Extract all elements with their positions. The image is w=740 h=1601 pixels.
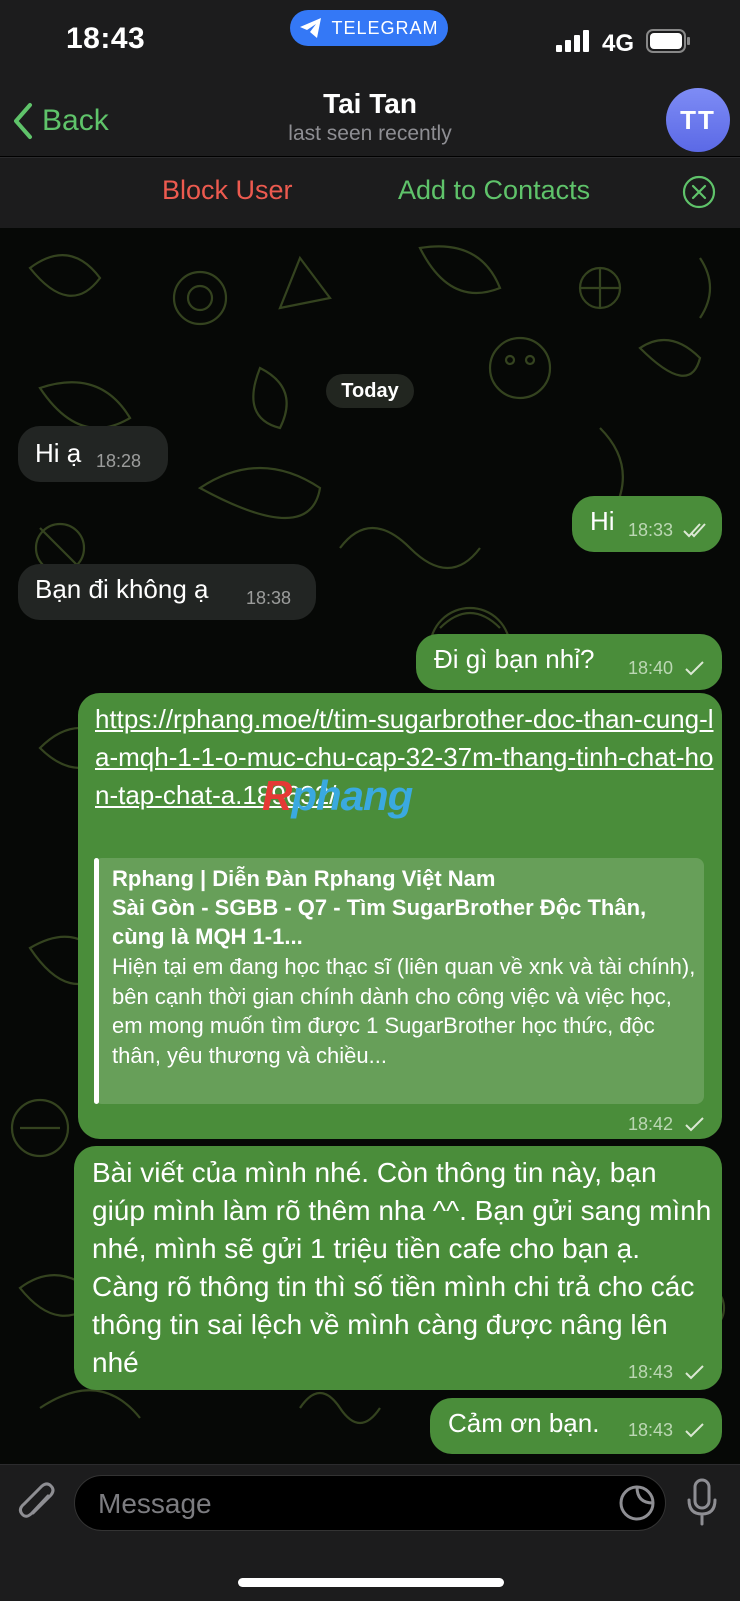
link-preview-accent — [94, 858, 99, 1104]
message-time: 18:28 — [96, 451, 142, 471]
sticker-icon[interactable] — [618, 1484, 656, 1522]
action-bar — [0, 157, 740, 229]
network-type: 4G — [602, 30, 635, 57]
message-time: 18:42 — [628, 1114, 674, 1134]
chat-subtitle: last seen recently — [288, 122, 452, 145]
single-check-icon — [685, 1117, 704, 1132]
message-text: Đi gì bạn nhỉ? — [434, 644, 595, 674]
status-time: 18:43 — [66, 22, 146, 55]
microphone-icon[interactable] — [685, 1478, 719, 1528]
message-input[interactable] — [96, 1478, 600, 1530]
chat-title[interactable]: Tai Tan — [170, 88, 570, 120]
message-text: Bạn đi không ạ — [35, 574, 209, 604]
telegram-plane-icon — [300, 18, 322, 38]
link-preview-site: Rphang | Diễn Đàn Rphang Việt Nam — [112, 866, 496, 891]
message-text: Cảm ơn bạn. — [448, 1408, 600, 1438]
back-label: Back — [42, 104, 109, 137]
date-separator: Today — [326, 374, 414, 408]
single-check-icon — [685, 1365, 704, 1380]
link-preview-title: Sài Gòn - SGBB - Q7 - Tìm SugarBrother Đ… — [112, 895, 647, 949]
watermark-logo: Rphang — [262, 772, 413, 820]
single-check-icon — [685, 661, 704, 676]
signal-bars-icon — [556, 30, 589, 52]
link-preview-description: Hiện tại em đang học thạc sĩ (liên quan … — [112, 954, 696, 1068]
paperclip-icon[interactable] — [18, 1482, 58, 1526]
double-check-icon — [683, 523, 706, 538]
chevron-left-icon — [14, 103, 32, 139]
message-time: 18:38 — [246, 588, 292, 608]
home-indicator[interactable] — [238, 1578, 504, 1587]
watermark-part1: R — [262, 772, 292, 819]
message-text: Hi — [590, 506, 615, 536]
message-text: Hi ạ — [35, 438, 82, 468]
message-time: 18:43 — [628, 1420, 674, 1440]
back-button[interactable]: Back — [10, 96, 109, 146]
message-time: 18:40 — [628, 658, 674, 678]
add-to-contacts-button[interactable]: Add to Contacts — [398, 175, 590, 206]
telegram-badge[interactable]: TELEGRAM — [290, 10, 448, 46]
message-text: Bài viết của mình nhé. Còn thông tin này… — [92, 1157, 712, 1378]
watermark-part2: phang — [291, 772, 413, 819]
message-time: 18:33 — [628, 520, 674, 540]
message-time: 18:43 — [628, 1362, 674, 1382]
single-check-icon — [685, 1423, 704, 1438]
telegram-badge-label: TELEGRAM — [331, 17, 439, 38]
avatar[interactable]: TT — [666, 88, 730, 152]
close-circle-icon[interactable] — [682, 175, 716, 209]
battery-icon — [646, 29, 690, 53]
block-user-button[interactable]: Block User — [162, 175, 293, 206]
